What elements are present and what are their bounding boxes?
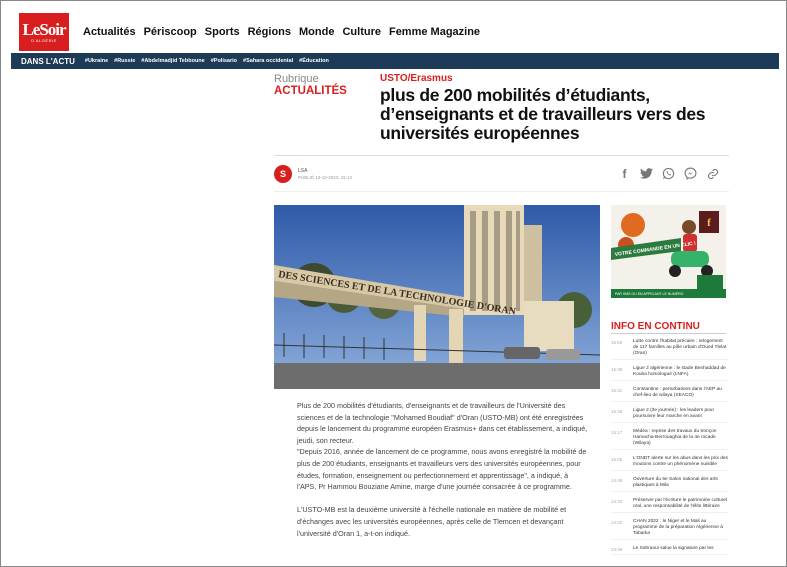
- trending-tag[interactable]: #Sahara occidental: [243, 58, 293, 64]
- trending-tag[interactable]: #Abdelmadjid Tebboune: [141, 58, 204, 64]
- list-item[interactable]: 15:28 Ligue 2 (3e journée) : les leaders …: [611, 408, 729, 423]
- twitter-icon[interactable]: [640, 167, 653, 180]
- news-headline[interactable]: CHAN 2022 : le Niger et le Mali au progr…: [633, 519, 729, 537]
- article-kicker: USTO/Erasmus: [380, 73, 453, 84]
- list-item[interactable]: 14:02 CHAN 2022 : le Niger et le Mali au …: [611, 519, 729, 540]
- news-time: 15:17: [611, 430, 623, 435]
- nav-monde[interactable]: Monde: [299, 26, 334, 38]
- site-logo[interactable]: LeSoir D'ALGÉRIE: [19, 13, 69, 51]
- news-headline[interactable]: L'ONDT alerte sur les abus dans les prix…: [633, 456, 729, 468]
- browser-frame: LeSoir D'ALGÉRIE Actualités Périscoop Sp…: [0, 0, 787, 567]
- list-item[interactable]: 14:48 Ouverture du 6e Salon national des …: [611, 477, 729, 492]
- rubrique-name[interactable]: ACTUALITÉS: [274, 85, 347, 97]
- nav-culture[interactable]: Culture: [342, 26, 381, 38]
- list-item[interactable]: 14:33 Préserver par l'écriture le patrimo…: [611, 498, 729, 513]
- trending-tag[interactable]: #Ukraine: [85, 58, 108, 64]
- paragraph: "Depuis 2016, année de lancement de ce p…: [297, 447, 587, 492]
- trending-tag[interactable]: #Polisario: [211, 58, 237, 64]
- whatsapp-icon[interactable]: [662, 167, 675, 180]
- ad-footer-text: PAR SMS OU EN APPELANT LE NUMÉRO: [615, 291, 684, 296]
- trending-tag[interactable]: #Éducation: [299, 58, 329, 64]
- news-time: 15:59: [611, 340, 623, 345]
- list-item[interactable]: 15:59 Lutte contre l'habitat précaire : r…: [611, 339, 729, 360]
- article-photo: DES SCIENCES ET DE LA TECHNOLOGIE D'ORAN: [274, 205, 600, 389]
- nav-actualites[interactable]: Actualités: [83, 26, 136, 38]
- news-list: 15:59 Lutte contre l'habitat précaire : r…: [611, 339, 729, 561]
- news-time: 14:48: [611, 478, 623, 483]
- news-headline[interactable]: Préserver par l'écriture le patrimoine c…: [633, 498, 729, 510]
- news-headline[interactable]: Constantine : perturbations dans l'AEP a…: [633, 387, 729, 399]
- svg-text:f: f: [707, 217, 711, 229]
- list-item[interactable]: 15:17 Médéa : reprise des travaux du tron…: [611, 429, 729, 450]
- list-item[interactable]: 13:49 Le Sahraoui salue la signature par …: [611, 546, 729, 555]
- news-time: 15:05: [611, 457, 623, 462]
- news-time: 14:02: [611, 520, 623, 525]
- list-item[interactable]: 15:36 Ligue 2 algérienne : le stade Benha…: [611, 366, 729, 381]
- logo-subtext: D'ALGÉRIE: [31, 38, 57, 43]
- article-body: Plus de 200 mobilités d'étudiants, d'ens…: [297, 400, 589, 551]
- trending-tag[interactable]: #Russie: [114, 58, 135, 64]
- list-item[interactable]: 15:05 L'ONDT alerte sur les abus dans les…: [611, 456, 729, 471]
- news-time: 14:33: [611, 499, 623, 504]
- paragraph: Plus de 200 mobilités d'étudiants, d'ens…: [297, 401, 588, 445]
- news-time: 15:28: [611, 409, 623, 414]
- trending-label: DANS L'ACTU: [21, 56, 75, 66]
- author-name[interactable]: LSA: [298, 168, 352, 174]
- trending-bar: DANS L'ACTU #Ukraine #Russie #Abdelmadji…: [11, 53, 779, 69]
- paragraph: L'USTO-MB est la deuxième université à l…: [297, 505, 567, 538]
- nav-regions[interactable]: Régions: [248, 26, 291, 38]
- nav-periscoop[interactable]: Périscoop: [144, 26, 197, 38]
- share-buttons: f: [618, 167, 719, 181]
- rubrique-label: Rubrique: [274, 73, 319, 85]
- site-header: LeSoir D'ALGÉRIE Actualités Périscoop Sp…: [11, 11, 779, 53]
- news-headline[interactable]: Médéa : reprise des travaux du tronçon H…: [633, 429, 729, 447]
- nav-femme-magazine[interactable]: Femme Magazine: [389, 26, 480, 38]
- article-title: plus de 200 mobilités d’étudiants, d’ens…: [380, 85, 706, 143]
- list-item[interactable]: 15:31 Constantine : perturbations dans l'…: [611, 387, 729, 402]
- publish-date: PUBLIÉ 13-10-2023, 15:13: [298, 175, 353, 180]
- main-nav: Actualités Périscoop Sports Régions Mond…: [83, 26, 488, 38]
- divider: [611, 333, 726, 334]
- news-time: 15:31: [611, 388, 623, 393]
- messenger-icon[interactable]: [684, 167, 697, 180]
- news-time: 13:49: [611, 547, 623, 552]
- divider: [274, 155, 729, 156]
- news-headline[interactable]: Ligue 2 algérienne : le stade Benhaddad …: [633, 366, 729, 378]
- author-avatar[interactable]: S: [274, 165, 292, 183]
- info-continu-title: INFO EN CONTINU: [611, 321, 700, 332]
- ad-banner[interactable]: f VOTRE COMMANDE EN UN CLIC ! PAR SMS OU…: [611, 205, 726, 298]
- link-icon[interactable]: [706, 167, 719, 180]
- divider: [274, 191, 729, 192]
- nav-sports[interactable]: Sports: [205, 26, 240, 38]
- news-time: 15:36: [611, 367, 623, 372]
- news-headline[interactable]: Ligue 2 (3e journée) : les leaders pour …: [633, 408, 729, 420]
- author-block: S LSA PUBLIÉ 13-10-2023, 15:13: [274, 165, 352, 183]
- news-headline[interactable]: Le Sahraoui salue la signature par les: [633, 546, 714, 552]
- logo-text: LeSoir: [22, 20, 66, 39]
- facebook-icon[interactable]: f: [618, 167, 631, 181]
- news-headline[interactable]: Ouverture du 6e Salon national des arts …: [633, 477, 729, 489]
- news-headline[interactable]: Lutte contre l'habitat précaire : reloge…: [633, 339, 729, 357]
